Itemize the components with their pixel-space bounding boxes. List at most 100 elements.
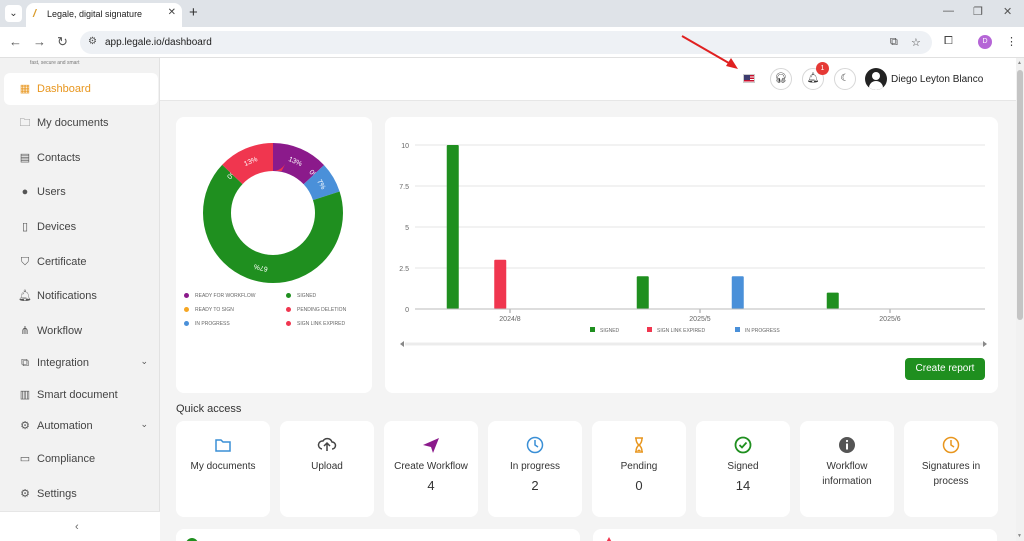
chevron-down-icon[interactable]: ⌄ [140, 356, 148, 367]
monthly-bar-chart-card: 10 7.5 5 2.5 0 2024/8 2025/5 2025/6 SIGNED SIGN L… [385, 117, 998, 393]
sidebar-item-automation[interactable]: ⚙ Automation ⌄ [4, 410, 158, 442]
notification-count-badge: 1 [816, 62, 829, 75]
x-tick-label: 2025/6 [879, 316, 901, 323]
bar[interactable] [826, 292, 839, 309]
close-icon[interactable]: ✕ [168, 7, 176, 18]
paper-plane-icon [423, 438, 439, 453]
browser-tab[interactable]: / Legale, digital signature ✕ [26, 3, 182, 27]
chart-scroll-right-icon[interactable] [983, 341, 987, 347]
donut-legend-item[interactable]: PENDING DELETION [286, 307, 346, 313]
user-avatar-icon[interactable] [865, 68, 887, 90]
legend-label[interactable]: SIGN LINK EXPIRED [657, 328, 705, 334]
quick-access-create-workflow[interactable]: Create Workflow 4 [384, 421, 478, 517]
reload-icon[interactable]: ↻ [57, 34, 68, 50]
quick-access-workflow-information[interactable]: Workflow information [800, 421, 894, 517]
donut-legend-item[interactable]: SIGNED [286, 293, 316, 299]
donut-legend-item[interactable]: SIGN LINK EXPIRED [286, 321, 345, 327]
sidebar-item-dashboard[interactable]: ▦ Dashboard [4, 73, 158, 105]
chevron-down-icon[interactable]: ⌄ [140, 419, 148, 430]
legale-favicon-icon: / [33, 8, 37, 20]
sidebar-item-label: Devices [37, 221, 77, 233]
sidebar-collapse-bar[interactable]: ‹ [0, 511, 160, 541]
user-name[interactable]: Diego Leyton Blanco [891, 74, 983, 85]
sidebar-item-label: Users [37, 186, 66, 198]
scroll-down-arrow-icon[interactable]: ▼ [1017, 533, 1022, 539]
window-close-icon[interactable]: ✕ [1003, 5, 1012, 18]
dark-mode-moon-icon[interactable]: ☾ [834, 68, 856, 90]
scrollbar-thumb[interactable] [1017, 70, 1023, 320]
legend-dot [184, 307, 189, 313]
donut-legend-item[interactable]: READY TO SIGN [184, 307, 234, 313]
browser-menu-icon[interactable]: ⋮ [1006, 35, 1017, 48]
chart-scroll-left-icon[interactable] [400, 341, 404, 347]
donut-legend-item[interactable]: IN PROGRESS [184, 321, 230, 327]
shield-icon: ⛉ [20, 256, 30, 268]
bar[interactable] [636, 276, 649, 309]
install-app-icon[interactable]: ⧉ [890, 36, 898, 49]
back-arrow-icon[interactable]: ← [9, 34, 22, 49]
page-scrollbar[interactable]: ▲ ▼ [1016, 58, 1024, 541]
donut-legend-item[interactable]: READY FOR WORKFLOW [184, 293, 255, 299]
quick-access-upload[interactable]: Upload [280, 421, 374, 517]
new-tab-plus-icon[interactable]: + [189, 4, 198, 21]
y-tick-label: 7.5 [399, 184, 409, 191]
y-tick-label: 10 [401, 143, 409, 150]
legend-dot [286, 321, 291, 327]
address-bar[interactable]: ⚙ app.legale.io/dashboard ⧉ ☆ [80, 31, 932, 54]
quick-access-my-documents[interactable]: My documents [176, 421, 270, 517]
legend-label: IN PROGRESS [195, 321, 230, 327]
profile-avatar[interactable]: D [978, 35, 992, 49]
quick-access-signed[interactable]: Signed 14 [696, 421, 790, 517]
sidebar-item-label: Notifications [37, 290, 97, 302]
device-icon: ▯ [21, 221, 29, 233]
quick-access-signatures-in-process[interactable]: Signatures in process [904, 421, 998, 517]
sidebar-item-workflow[interactable]: ⋔ Workflow [4, 315, 158, 347]
sidebar-item-devices[interactable]: ▯ Devices [4, 211, 158, 243]
sidebar-item-label: Workflow [37, 325, 83, 337]
legend-dot [184, 293, 189, 299]
bookmark-star-icon[interactable]: ☆ [911, 36, 921, 49]
quick-access-in-progress[interactable]: In progress 2 [488, 421, 582, 517]
legend-label: SIGN LINK EXPIRED [297, 321, 346, 327]
quick-access-count: 0 [635, 478, 643, 493]
headset-support-icon[interactable]: 🎧︎ [770, 68, 792, 90]
sidebar-item-contacts[interactable]: ▤ Contacts [4, 142, 158, 174]
tab-search-button[interactable]: ⌄ [5, 5, 22, 22]
bar[interactable] [731, 276, 744, 309]
legend-label[interactable]: IN PROGRESS [745, 328, 780, 334]
minimize-icon[interactable]: — [943, 5, 954, 17]
site-settings-icon[interactable]: ⚙ [88, 36, 97, 47]
create-report-button[interactable]: Create report [905, 358, 985, 380]
quick-access-pending[interactable]: Pending 0 [592, 421, 686, 517]
sidebar-item-my-documents[interactable]: 🗀 My documents [4, 107, 158, 139]
folder-icon [215, 439, 231, 452]
quick-access-label: Upload [311, 461, 343, 472]
sidebar-item-users[interactable]: ● Users [4, 176, 158, 208]
legend-swatch[interactable] [647, 327, 652, 332]
sidebar-item-notifications[interactable]: 🔔︎ Notifications [4, 280, 158, 312]
chevron-left-icon[interactable]: ‹ [75, 521, 79, 533]
sidebar-item-label: Integration [37, 357, 89, 369]
sidebar-item-certificate[interactable]: ⛉ Certificate [4, 246, 158, 278]
legend-label[interactable]: SIGNED [600, 328, 620, 334]
extensions-puzzle-icon[interactable]: ⧠ [944, 35, 953, 48]
sidebar-item-settings[interactable]: ⚙ Settings [4, 478, 158, 510]
legend-swatch[interactable] [590, 327, 595, 332]
sidebar-item-smart-document[interactable]: ▥ Smart document [4, 379, 158, 411]
us-flag-icon[interactable] [743, 74, 755, 83]
quick-access-count: 2 [531, 478, 539, 493]
bar[interactable] [446, 145, 459, 309]
restore-icon[interactable]: ❐ [973, 5, 983, 18]
sidebar-item-label: Contacts [37, 152, 81, 164]
bell-icon: 🔔︎ [18, 290, 32, 302]
gear-badge-icon [186, 538, 198, 541]
legend-swatch[interactable] [735, 327, 740, 332]
sidebar-item-compliance[interactable]: ▭ Compliance [4, 443, 158, 475]
sidebar-item-integration[interactable]: ⧉ Integration ⌄ [4, 347, 158, 379]
bar[interactable] [494, 259, 507, 309]
forward-arrow-icon[interactable]: → [33, 34, 46, 49]
scroll-up-arrow-icon[interactable]: ▲ [1017, 60, 1022, 66]
automation-icon: ⚙ [20, 420, 30, 432]
url-text: app.legale.io/dashboard [105, 37, 212, 48]
quick-access-label: Workflow information [822, 461, 872, 487]
